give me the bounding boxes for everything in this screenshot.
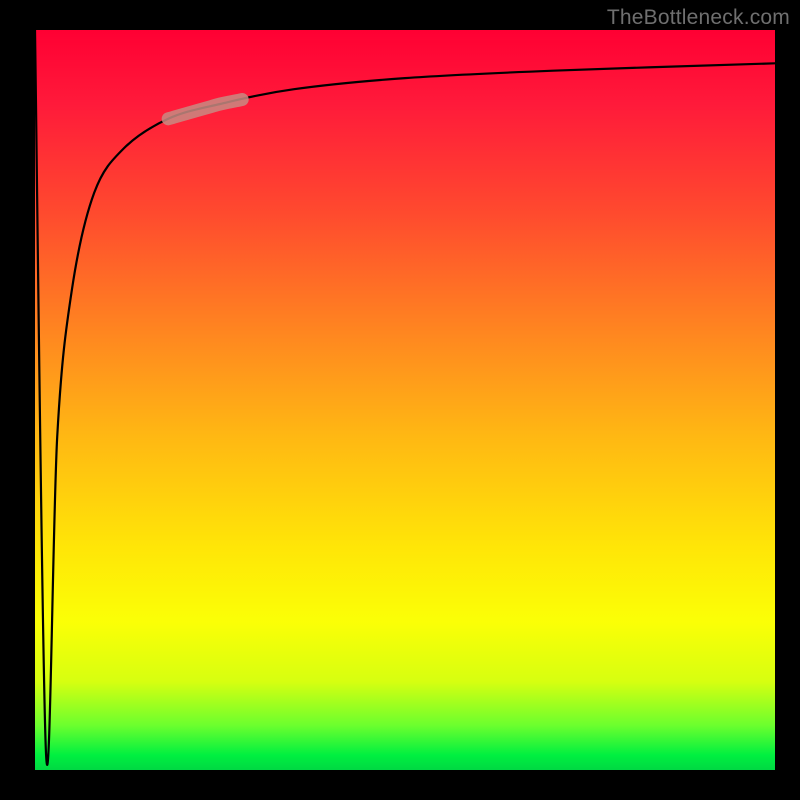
plot-area — [35, 30, 775, 770]
bottleneck-curve — [35, 30, 775, 765]
chart-frame: TheBottleneck.com — [0, 0, 800, 800]
watermark-text: TheBottleneck.com — [607, 6, 790, 30]
curve-layer — [35, 30, 775, 770]
highlight-segment — [168, 100, 242, 119]
